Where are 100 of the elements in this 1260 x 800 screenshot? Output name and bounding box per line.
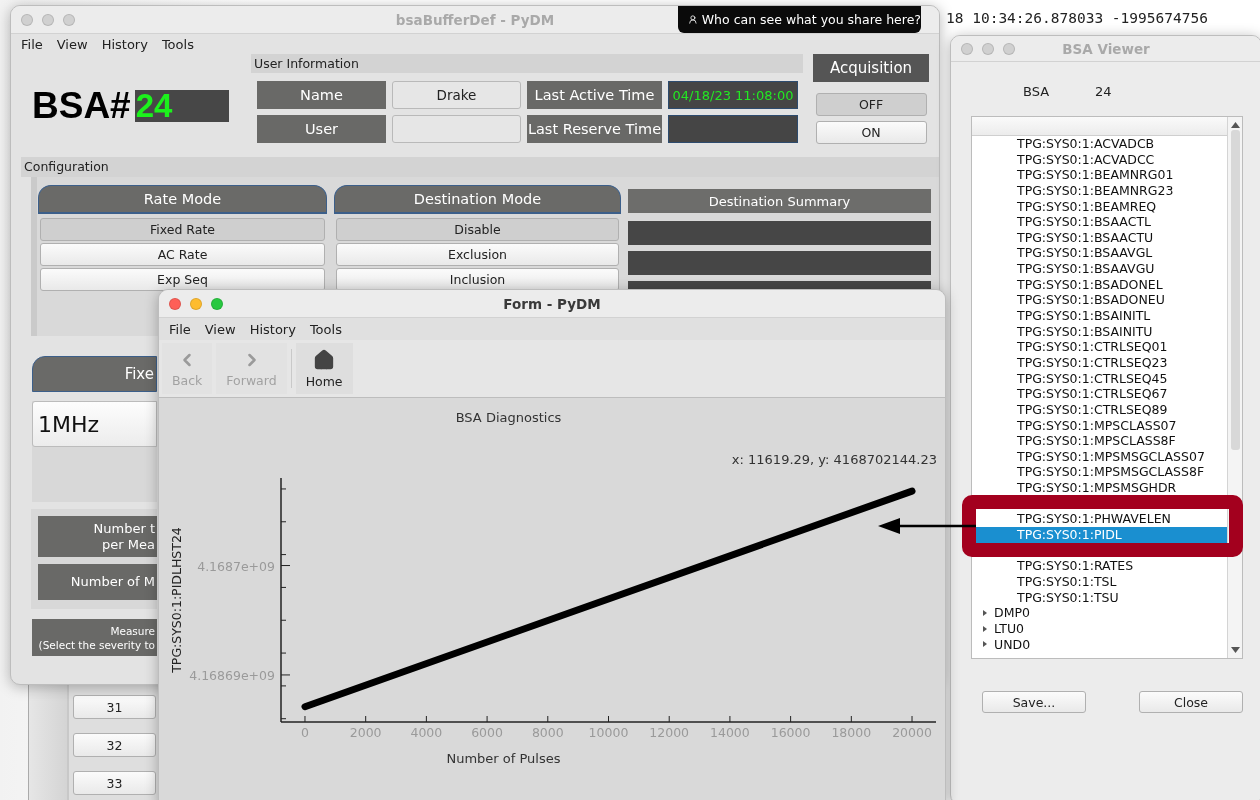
number-button[interactable]: 32 <box>73 733 156 757</box>
mode-button[interactable]: Exclusion <box>336 243 619 266</box>
terminal-text: 18 10:34:26.878033 -1995674756 <box>946 10 1208 26</box>
mode-button[interactable]: Exp Seq <box>40 268 325 291</box>
toolbar-button[interactable]: Home <box>295 343 353 394</box>
menu-item[interactable]: History <box>242 321 303 337</box>
field-label: User <box>257 115 386 143</box>
y-axis-label: TPG:SYS0:1:PIDLHST24 <box>169 527 184 673</box>
tick-label: 20000 <box>892 725 932 740</box>
tick-label: 12000 <box>649 725 690 740</box>
tab[interactable]: Fixe <box>32 356 157 392</box>
menu-item[interactable]: View <box>197 321 243 337</box>
group-header: Acquisition <box>813 54 929 82</box>
zoom-button[interactable] <box>63 13 75 26</box>
text-field[interactable] <box>392 115 521 143</box>
dialog-button[interactable]: Save... <box>982 691 1086 713</box>
tree-item[interactable]: TPG:SYS0:1:CTRLSEQ23 <box>972 354 1227 371</box>
time-display: 04/18/23 11:08:00 <box>668 81 798 109</box>
window-title: bsaBufferDef - PyDM <box>395 11 555 28</box>
menu-item[interactable]: File <box>14 36 50 52</box>
tree-item[interactable]: TPG:SYS0:1:BEAMNRG23 <box>972 182 1227 199</box>
minimize-button[interactable] <box>42 13 54 26</box>
banner-text: Who can see what you share here? <box>701 12 921 27</box>
close-button[interactable] <box>961 42 973 55</box>
home-icon <box>313 348 336 371</box>
tick-label: 18000 <box>831 725 872 740</box>
close-button[interactable] <box>169 297 181 310</box>
down-arrow-icon <box>1230 647 1240 653</box>
tree-item[interactable]: TPG:SYS0:1:MPSCLASS8F <box>972 433 1227 449</box>
window-title: Form - PyDM <box>503 295 601 312</box>
bsa-number: 24 <box>1095 83 1112 99</box>
menu-item[interactable]: View <box>49 36 95 52</box>
group-header: Configuration <box>21 157 939 177</box>
zoom-button[interactable] <box>211 297 223 310</box>
tree-item[interactable]: TPG:SYS0:1:BSAACTL <box>972 214 1227 230</box>
tick-label: 4.16869e+09 <box>189 667 275 683</box>
tree-item[interactable]: TPG:SYS0:1:BEAMREQ <box>972 198 1227 215</box>
minimize-button[interactable] <box>982 42 994 55</box>
tree-item[interactable]: TPG:SYS0:1:BSAINITL <box>972 308 1227 324</box>
tree-item[interactable]: TPG:SYS0:1:CTRLSEQ67 <box>972 386 1227 402</box>
mode-button[interactable]: AC Rate <box>40 243 325 266</box>
menu-item[interactable]: Tools <box>302 321 349 337</box>
mode-button[interactable]: Fixed Rate <box>40 218 325 241</box>
mode-button[interactable]: Inclusion <box>336 268 619 291</box>
tick-label: 8000 <box>531 725 564 740</box>
field-label: Measure (Select the severity to <box>32 619 157 656</box>
text-field[interactable]: Drake <box>392 81 521 109</box>
up-arrow-icon <box>1230 122 1240 128</box>
bsa-label: BSA# <box>32 84 131 127</box>
tab[interactable]: Rate Mode <box>38 185 327 214</box>
menu-item[interactable]: History <box>94 36 155 52</box>
tree-item[interactable]: TPG:SYS0:1:BSADONEU <box>972 292 1227 309</box>
tree-item[interactable]: TPG:SYS0:1:TSL <box>972 573 1227 590</box>
mode-button[interactable]: Disable <box>336 218 619 241</box>
rate-field[interactable]: 1MHz <box>32 401 157 447</box>
number-button[interactable]: 31 <box>73 695 156 719</box>
tree-item[interactable]: TPG:SYS0:1:BSAACTU <box>972 229 1227 246</box>
field-label: Name <box>257 81 386 109</box>
tree-item[interactable]: TPG:SYS0:1:BSAINITU <box>972 323 1227 340</box>
tree-item[interactable]: TPG:SYS0:1:MPSMSGHDR <box>972 480 1227 496</box>
tree-item[interactable]: TPG:SYS0:1:CTRLSEQ01 <box>972 339 1227 355</box>
chart-title: BSA Diagnostics <box>455 410 562 425</box>
toggle-button[interactable]: OFF <box>815 93 927 116</box>
tree-item[interactable]: TPG:SYS0:1:RATES <box>972 558 1227 574</box>
tick-label: 14000 <box>710 725 750 740</box>
tree-item[interactable]: TPG:SYS0:1:BSAAVGL <box>972 245 1227 262</box>
x-axis-label: Number of Pulses <box>446 751 561 766</box>
tree-item[interactable]: TPG:SYS0:1:MPSCLASS07 <box>972 417 1227 434</box>
tree-item[interactable]: TPG:SYS0:1:ACVADCC <box>972 151 1227 168</box>
tree-item[interactable]: TPG:SYS0:1:BEAMNRG01 <box>972 167 1227 183</box>
dialog-button[interactable]: Close <box>1139 691 1243 713</box>
scrollbar-thumb[interactable] <box>1230 130 1240 450</box>
tick-label: 4.1687e+09 <box>197 558 275 574</box>
tree-item[interactable]: TPG:SYS0:1:ACVADCB <box>972 136 1227 152</box>
tree-item[interactable]: DMP0 <box>972 605 1227 621</box>
menu-item[interactable]: Tools <box>154 36 201 52</box>
tree-item[interactable]: LTU0 <box>972 620 1227 637</box>
tree-item[interactable]: UND0 <box>972 636 1227 653</box>
toggle-button[interactable]: ON <box>815 121 927 144</box>
tree-item[interactable]: TPG:SYS0:1:TSU <box>972 589 1227 606</box>
field-label: Number of M <box>38 564 157 600</box>
tree-item[interactable]: TPG:SYS0:1:MPSMSGCLASS8F <box>972 464 1227 481</box>
person-icon <box>688 12 698 27</box>
tree-item[interactable]: TPG:SYS0:1:BSADONEL <box>972 276 1227 293</box>
tree-item[interactable]: TPG:SYS0:1:PHWAVELEN <box>972 511 1227 527</box>
field-label: Last Active Time <box>527 81 662 109</box>
menu-item[interactable]: File <box>162 321 198 337</box>
tab[interactable]: Destination Mode <box>334 185 621 214</box>
tree-item[interactable]: TPG:SYS0:1:CTRLSEQ45 <box>972 370 1227 387</box>
bsa-label: BSA <box>1023 83 1050 99</box>
number-button[interactable]: 33 <box>73 771 156 795</box>
tree-item[interactable]: TPG:SYS0:1:CTRLSEQ89 <box>972 401 1227 418</box>
bsa-number: 24 <box>134 89 229 122</box>
zoom-button[interactable] <box>1003 42 1015 55</box>
close-button[interactable] <box>21 13 33 26</box>
tick-label: 0 <box>301 725 309 740</box>
tree-item[interactable]: TPG:SYS0:1:BSAAVGU <box>972 261 1227 277</box>
tree-item[interactable]: TPG:SYS0:1:MPSMSGCLASS07 <box>972 448 1227 465</box>
group-header: User Information <box>251 54 803 73</box>
minimize-button[interactable] <box>190 297 202 310</box>
